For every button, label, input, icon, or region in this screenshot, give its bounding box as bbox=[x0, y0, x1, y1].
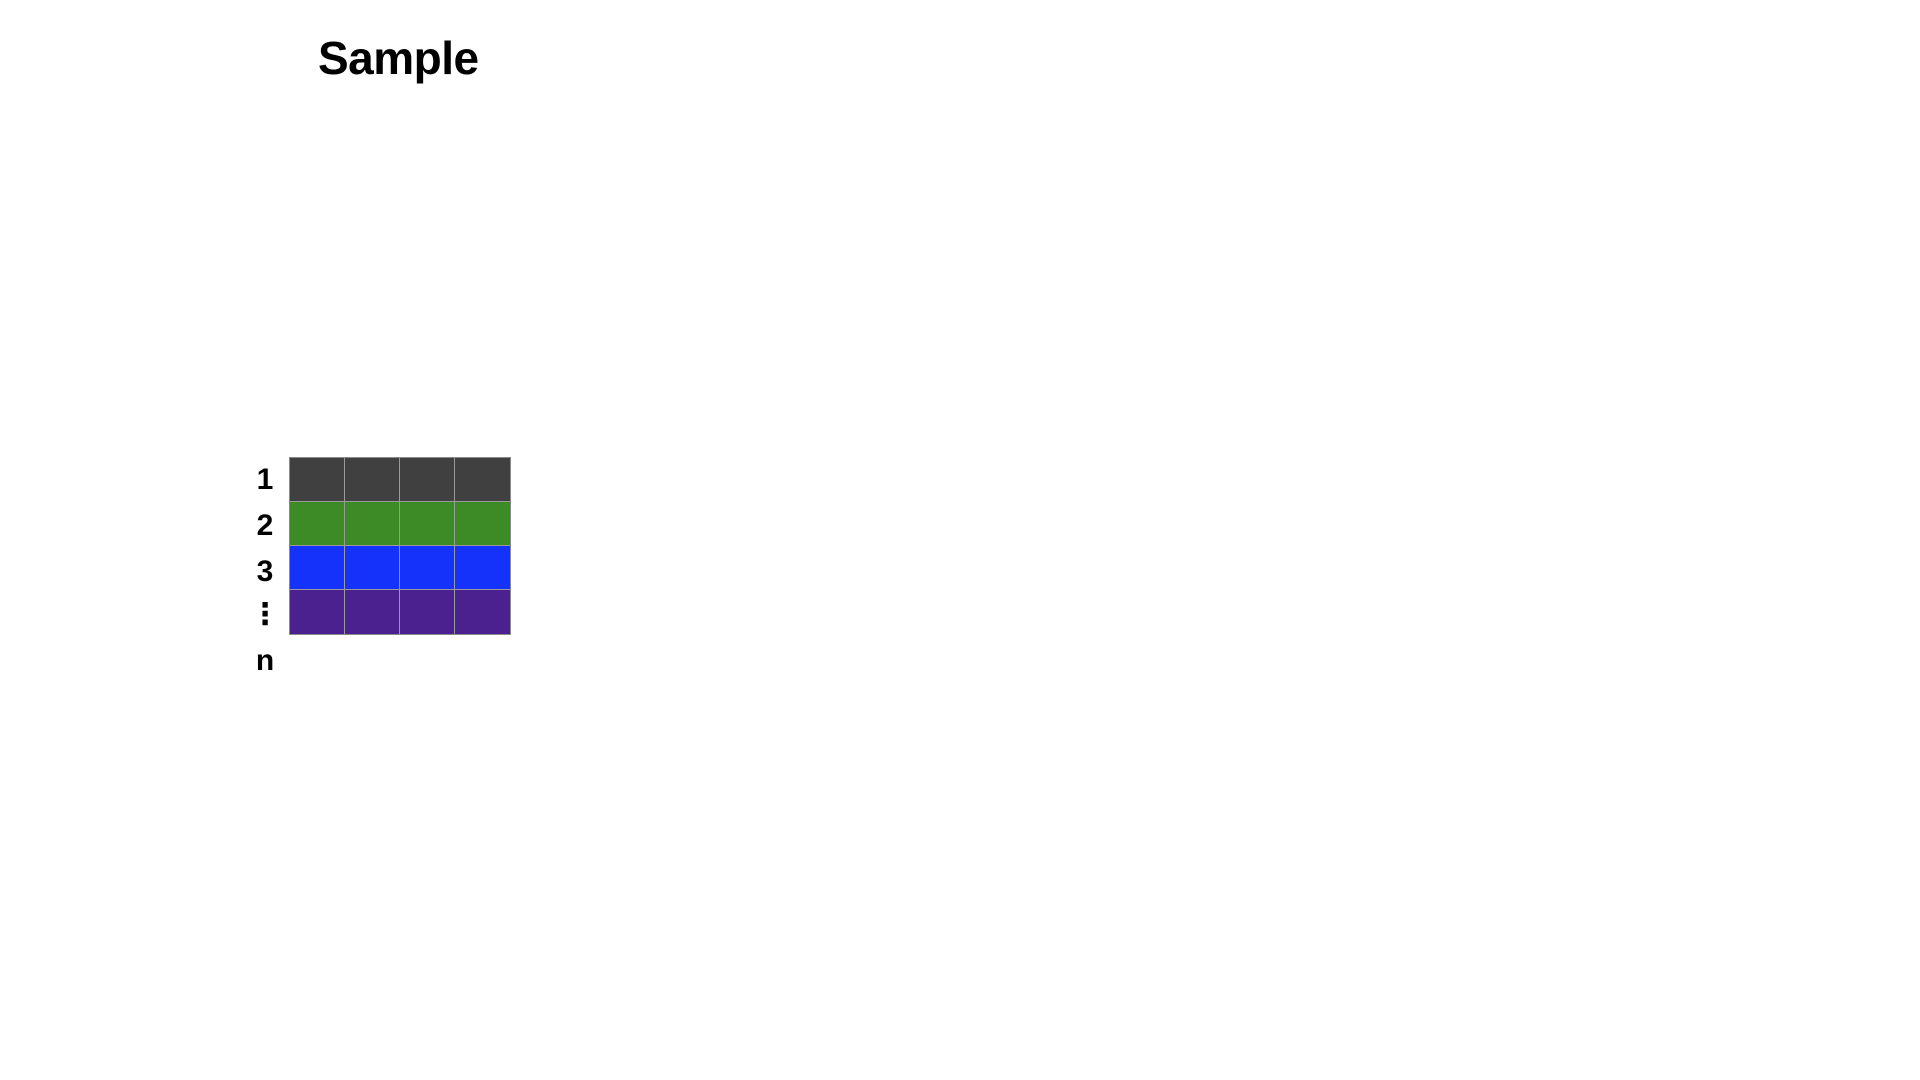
row-label-1: 1 bbox=[256, 463, 274, 496]
sample-grid bbox=[289, 457, 511, 635]
grid-cell-r1-c3 bbox=[400, 458, 455, 502]
title: Sample bbox=[318, 32, 479, 84]
grid-cell-r3-c2 bbox=[345, 546, 400, 590]
row-labels: 1 2 3 ⋮ n bbox=[245, 457, 285, 681]
grid-cell-r4-c2 bbox=[345, 590, 400, 634]
grid-cell-r4-c4 bbox=[455, 590, 510, 634]
grid-cell-r3-c3 bbox=[400, 546, 455, 590]
grid-cell-r3-c1 bbox=[290, 546, 345, 590]
grid-cell-r4-c1 bbox=[290, 590, 345, 634]
grid-cell-r1-c1 bbox=[290, 458, 345, 502]
grid-cell-r2-c4 bbox=[455, 502, 510, 546]
grid-cell-r1-c2 bbox=[345, 458, 400, 502]
grid-cell-r2-c3 bbox=[400, 502, 455, 546]
grid-cell-r4-c3 bbox=[400, 590, 455, 634]
row-label-ellipsis: ⋮ bbox=[250, 598, 280, 631]
grid-cell-r2-c1 bbox=[290, 502, 345, 546]
row-label-n: n bbox=[255, 644, 275, 677]
grid-cell-r2-c2 bbox=[345, 502, 400, 546]
grid-cell-r3-c4 bbox=[455, 546, 510, 590]
row-label-2: 2 bbox=[256, 509, 274, 542]
grid-cell-r1-c4 bbox=[455, 458, 510, 502]
row-label-3: 3 bbox=[256, 555, 274, 588]
